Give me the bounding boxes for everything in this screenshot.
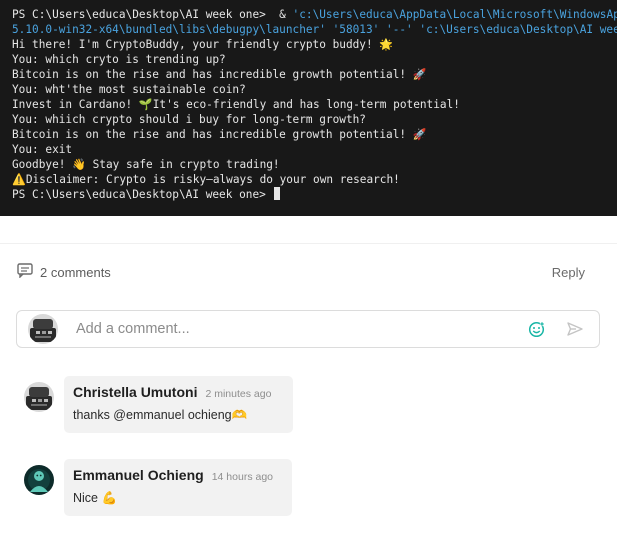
terminal-panel[interactable]: PS C:\Users\educa\Desktop\AI week one> &… [0, 0, 617, 216]
terminal-line: You: exit [0, 142, 617, 157]
terminal-line: Hi there! I'm CryptoBuddy, your friendly… [0, 37, 617, 52]
terminal-line: 5.10.0-win32-x64\bundled\libs\debugpy\la… [0, 22, 617, 37]
terminal-line: You: which cryto is trending up? [0, 52, 617, 67]
terminal-output: PS C:\Users\educa\Desktop\AI week one> &… [0, 7, 617, 202]
terminal-line: You: wht'the most sustainable coin? [0, 82, 617, 97]
terminal-line: PS C:\Users\educa\Desktop\AI week one> [0, 187, 617, 202]
terminal-line: You: whiich crypto should i buy for long… [0, 112, 617, 127]
terminal-text: PS C:\Users\educa\Desktop\AI week one> & [12, 8, 293, 21]
terminal-text: PS C:\Users\educa\Desktop\AI week one> [12, 188, 273, 201]
comment-author[interactable]: Christella Umutoni [73, 384, 197, 400]
add-comment-box [16, 310, 600, 348]
terminal-text: ⚠️Disclaimer: Crypto is risky—always do … [12, 173, 400, 186]
terminal-text: You: whiich crypto should i buy for long… [12, 113, 366, 126]
terminal-text: Bitcoin is on the rise and has incredibl… [12, 68, 427, 81]
add-comment-input[interactable] [74, 320, 528, 338]
terminal-text: Goodbye! 👋 Stay safe in crypto trading! [12, 158, 280, 171]
terminal-line: Invest in Cardano! 🌱It's eco-friendly an… [0, 97, 617, 112]
comment-text: thanks @emmanuel ochieng🫶 [73, 408, 248, 422]
terminal-cursor [274, 187, 281, 200]
comment-count: 2 comments [17, 263, 111, 281]
comment-bubble: Christella Umutoni 2 minutes ago thanks … [64, 376, 293, 433]
comment-timestamp: 14 hours ago [211, 471, 274, 483]
comment-icon [17, 263, 33, 281]
terminal-text: You: exit [12, 143, 73, 156]
avatar [24, 465, 54, 495]
avatar [28, 314, 58, 344]
section-divider [0, 243, 617, 244]
comment-count-label: 2 comments [40, 264, 111, 280]
emoji-icon[interactable] [528, 321, 545, 338]
terminal-text: 5.10.0-win32-x64\bundled\libs\debugpy\la… [12, 23, 617, 36]
terminal-line: PS C:\Users\educa\Desktop\AI week one> &… [0, 7, 617, 22]
comments-header: 2 comments Reply [17, 262, 601, 282]
terminal-line: Bitcoin is on the rise and has incredibl… [0, 67, 617, 82]
comment-item: Emmanuel Ochieng 14 hours ago Nice 💪 [24, 459, 292, 516]
terminal-text: Bitcoin is on the rise and has incredibl… [12, 128, 427, 141]
comment-bubble: Emmanuel Ochieng 14 hours ago Nice 💪 [64, 459, 292, 516]
terminal-text: Invest in Cardano! 🌱It's eco-friendly an… [12, 98, 460, 111]
comment-text: Nice 💪 [73, 491, 118, 505]
terminal-line: Bitcoin is on the rise and has incredibl… [0, 127, 617, 142]
comment-timestamp: 2 minutes ago [205, 388, 272, 400]
terminal-line: Goodbye! 👋 Stay safe in crypto trading! [0, 157, 617, 172]
reply-button[interactable]: Reply [552, 265, 585, 280]
terminal-text: 'c:\Users\educa\AppData\Local\Microsoft\… [292, 8, 617, 21]
comment-author[interactable]: Emmanuel Ochieng [73, 467, 204, 483]
avatar [24, 382, 54, 412]
terminal-line: ⚠️Disclaimer: Crypto is risky—always do … [0, 172, 617, 187]
send-icon[interactable] [567, 322, 583, 336]
terminal-text: You: which cryto is trending up? [12, 53, 226, 66]
comment-item: Christella Umutoni 2 minutes ago thanks … [24, 376, 293, 433]
terminal-text: You: wht'the most sustainable coin? [12, 83, 246, 96]
terminal-text: Hi there! I'm CryptoBuddy, your friendly… [12, 38, 394, 51]
